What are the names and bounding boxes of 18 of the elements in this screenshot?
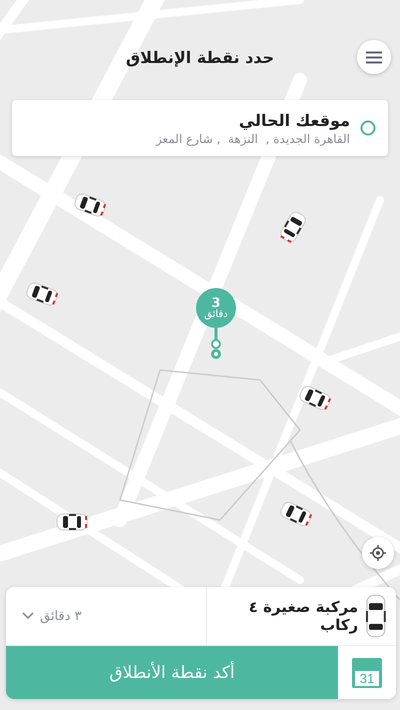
chevron-down-icon bbox=[22, 612, 34, 620]
minutes-text: 3 bbox=[211, 296, 221, 310]
schedule-button[interactable]: 31 bbox=[338, 646, 396, 699]
address-text: القاهرة الجديدة , النزهة , شارع المعز bbox=[156, 132, 350, 146]
calendar-icon: 31 bbox=[352, 658, 382, 688]
confirm-pickup-button[interactable]: أكد نقطة الأنطلاق bbox=[6, 646, 338, 699]
location-dot-icon bbox=[360, 120, 376, 136]
screen-title: حدد نقطة الإنطلاق bbox=[126, 48, 274, 66]
car-icon bbox=[366, 594, 386, 638]
location-title: موقعك الحالي bbox=[238, 110, 350, 130]
eta-dropdown[interactable]: ٣ دقائق bbox=[22, 608, 82, 624]
minutes-unit-text: دقائق bbox=[204, 310, 228, 320]
menu-icon bbox=[366, 50, 382, 64]
vehicle-type-text: مركبة صغيرة ٤ ركاب bbox=[248, 598, 358, 634]
locate-icon bbox=[370, 545, 386, 561]
car-icon bbox=[56, 513, 88, 531]
my-location-button[interactable] bbox=[362, 537, 394, 569]
location-card[interactable]: موقعك الحالي القاهرة الجديدة , النزهة , شارع المعز bbox=[12, 100, 388, 156]
